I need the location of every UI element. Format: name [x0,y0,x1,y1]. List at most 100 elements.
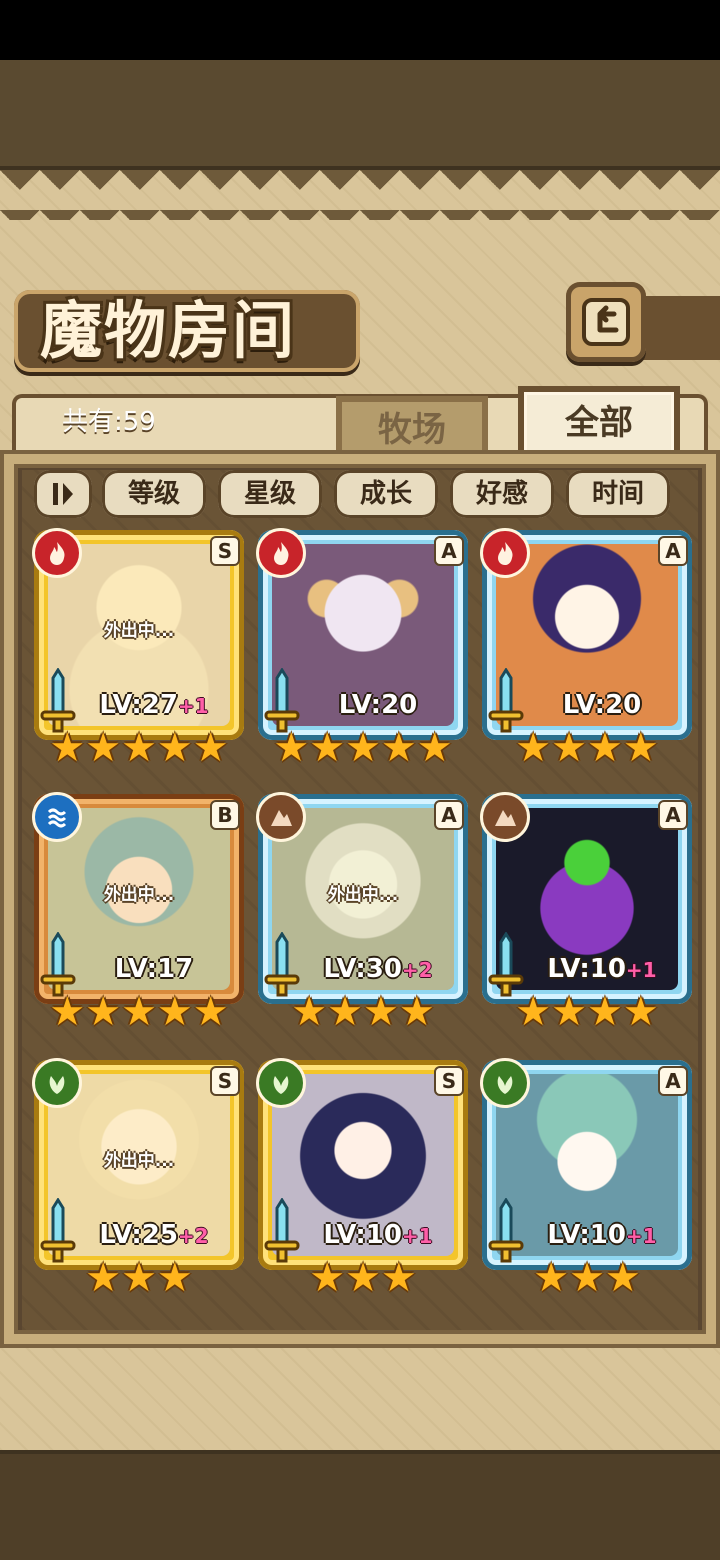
waves-icon [32,792,82,842]
star-icon: ★ [121,1255,157,1301]
sort-order-icon [53,483,73,505]
level-line: LV:25+2 [64,1220,244,1250]
back-button[interactable] [566,282,646,362]
leaf-icon [32,1058,82,1108]
star-icon: ★ [398,989,435,1035]
star-icon: ★ [380,1255,417,1301]
star-icon: ★ [121,989,157,1035]
star-icon: ★ [416,725,453,771]
page-title: 魔物房间 [40,294,297,367]
rock-icon [480,792,530,842]
sort-by-growth-button[interactable]: 成长 [334,470,438,518]
star-icon: ★ [192,989,229,1035]
level-label: LV:20 [338,690,418,720]
level-label: LV:25 [99,1220,178,1250]
level-bonus-label: +1 [177,694,209,718]
rank-badge: A [658,800,688,830]
level-bonus-label: +1 [625,958,657,982]
star-rating: ★ ★ ★ ★ ★ [34,726,244,770]
star-icon: ★ [49,989,86,1035]
star-icon: ★ [327,989,363,1035]
monster-card[interactable]: A LV:10+1 ★ ★ ★ ★ [480,792,692,1035]
star-icon: ★ [345,725,381,771]
monster-card[interactable]: A LV:20 ★ ★ ★ ★ [480,528,692,770]
monster-card[interactable]: A LV:10+1 ★ ★ ★ [480,1058,692,1300]
tab-all[interactable]: 全部 [518,386,680,460]
away-status-label: 外出中... [103,885,175,905]
flame-icon [480,528,530,578]
star-rating: ★ ★ ★ [482,1256,692,1300]
rank-badge: S [434,1066,464,1096]
star-icon: ★ [192,725,229,771]
level-line: LV:30+2 [288,954,468,984]
star-icon: ★ [273,725,310,771]
monster-count: 共有:59 [62,407,156,437]
star-rating: ★ ★ ★ ★ ★ [258,726,468,770]
monster-card[interactable]: B 外出中... LV:17 ★ ★ ★ ★ ★ [32,792,244,1034]
level-label: LV:10 [547,954,626,984]
star-icon: ★ [85,725,122,771]
level-line: LV:10+1 [512,1220,692,1250]
sort-by-time-button[interactable]: 时间 [566,470,670,518]
star-icon: ★ [309,1255,346,1301]
level-bonus-label: +1 [625,1224,657,1248]
monster-card[interactable]: S 外出中... LV:27+1 ★ ★ ★ ★ ★ [32,528,244,770]
monster-card[interactable]: S LV:10+1 ★ ★ ★ [256,1058,468,1300]
level-bonus-label: +2 [401,958,433,982]
level-label: LV:27 [99,690,178,720]
sort-by-star-button[interactable]: 星级 [218,470,322,518]
star-icon: ★ [515,725,552,771]
top-band [0,60,720,170]
sort-by-affection-button[interactable]: 好感 [450,470,554,518]
star-icon: ★ [49,725,86,771]
leaf-icon [480,1058,530,1108]
star-icon: ★ [309,725,346,771]
sort-by-level-button[interactable]: 等级 [102,470,206,518]
level-line: LV:20 [512,690,692,720]
level-bonus-label: +1 [401,1224,433,1248]
star-rating: ★ ★ ★ ★ ★ [34,990,244,1034]
rock-icon [256,792,306,842]
rank-badge: S [210,536,240,566]
flame-icon [256,528,306,578]
away-status-label: 外出中... [103,1151,175,1171]
star-icon: ★ [622,725,659,771]
star-icon: ★ [156,989,193,1035]
level-label: LV:17 [114,954,194,984]
level-bonus-label: +2 [177,1224,209,1248]
rank-badge: S [210,1066,240,1096]
away-status-label: 外出中... [327,885,399,905]
level-label: LV:20 [562,690,642,720]
star-icon: ★ [533,1255,570,1301]
level-line: LV:10+1 [288,1220,468,1250]
rank-badge: A [658,536,688,566]
star-icon: ★ [515,989,552,1035]
star-rating: ★ ★ ★ [258,1256,468,1300]
star-icon: ★ [622,989,659,1035]
star-rating: ★ ★ ★ ★ [482,726,692,770]
sort-order-toggle[interactable] [34,470,92,518]
star-icon: ★ [604,1255,641,1301]
level-line: LV:10+1 [512,954,692,984]
status-bar [0,0,720,60]
star-icon: ★ [551,989,587,1035]
level-line: LV:20 [288,690,468,720]
rank-badge: A [434,800,464,830]
leaf-icon [256,1058,306,1108]
level-label: LV:10 [323,1220,402,1250]
monster-card[interactable]: A LV:20 ★ ★ ★ ★ ★ [256,528,468,770]
tab-pasture[interactable]: 牧场 [336,396,488,460]
monster-card[interactable]: A 外出中... LV:30+2 ★ ★ ★ ★ [256,792,468,1035]
star-icon: ★ [551,725,587,771]
level-line: LV:27+1 [64,690,244,720]
rank-badge: A [658,1066,688,1096]
monster-card[interactable]: S 外出中... LV:25+2 ★ ★ ★ [32,1058,244,1301]
star-icon: ★ [121,725,157,771]
panel-zigzag-edge [0,170,720,220]
level-label: LV:30 [323,954,402,984]
level-line: LV:17 [64,954,244,984]
star-icon: ★ [85,1255,122,1301]
star-icon: ★ [587,989,623,1035]
rank-badge: B [210,800,240,830]
star-icon: ★ [85,989,122,1035]
